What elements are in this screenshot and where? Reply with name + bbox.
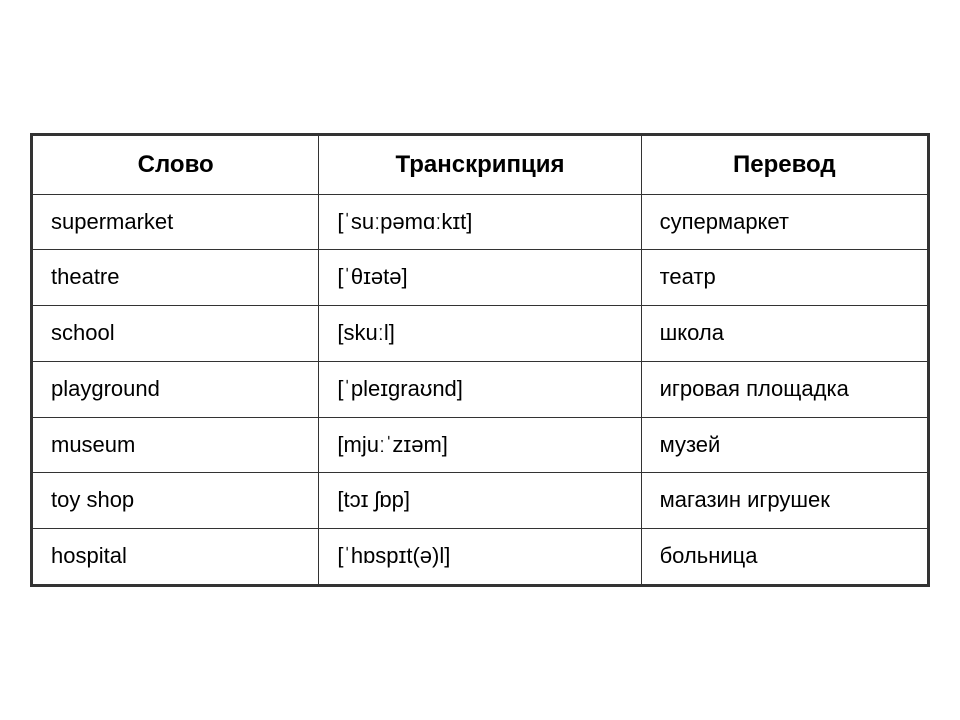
cell-translation: игровая площадка — [641, 361, 927, 417]
header-transcription: Транскрипция — [319, 135, 641, 194]
table-row: playground[ˈpleɪɡraʊnd]игровая площадка — [33, 361, 928, 417]
table-row: theatre[ˈθɪətə]театр — [33, 250, 928, 306]
cell-word: museum — [33, 417, 319, 473]
cell-word: toy shop — [33, 473, 319, 529]
cell-word: hospital — [33, 529, 319, 585]
table-row: hospital[ˈhɒspɪt(ə)l]больница — [33, 529, 928, 585]
table-row: museum[mjuːˈzɪəm]музей — [33, 417, 928, 473]
table-row: supermarket[ˈsuːpəmɑːkɪt]супермаркет — [33, 194, 928, 250]
table-row: school[skuːl]школа — [33, 306, 928, 362]
cell-transcription: [skuːl] — [319, 306, 641, 362]
cell-translation: театр — [641, 250, 927, 306]
header-translation: Перевод — [641, 135, 927, 194]
cell-transcription: [ˈsuːpəmɑːkɪt] — [319, 194, 641, 250]
cell-translation: больница — [641, 529, 927, 585]
cell-word: supermarket — [33, 194, 319, 250]
cell-transcription: [ˈθɪətə] — [319, 250, 641, 306]
cell-transcription: [mjuːˈzɪəm] — [319, 417, 641, 473]
cell-translation: школа — [641, 306, 927, 362]
vocabulary-table: Слово Транскрипция Перевод supermarket[ˈ… — [32, 135, 928, 585]
cell-transcription: [tɔɪ ʃɒp] — [319, 473, 641, 529]
cell-transcription: [ˈhɒspɪt(ə)l] — [319, 529, 641, 585]
cell-word: school — [33, 306, 319, 362]
vocabulary-table-container: Слово Транскрипция Перевод supermarket[ˈ… — [30, 133, 930, 587]
table-row: toy shop[tɔɪ ʃɒp]магазин игрушек — [33, 473, 928, 529]
cell-word: theatre — [33, 250, 319, 306]
table-header-row: Слово Транскрипция Перевод — [33, 135, 928, 194]
header-word: Слово — [33, 135, 319, 194]
cell-translation: магазин игрушек — [641, 473, 927, 529]
cell-word: playground — [33, 361, 319, 417]
cell-translation: супермаркет — [641, 194, 927, 250]
cell-translation: музей — [641, 417, 927, 473]
cell-transcription: [ˈpleɪɡraʊnd] — [319, 361, 641, 417]
